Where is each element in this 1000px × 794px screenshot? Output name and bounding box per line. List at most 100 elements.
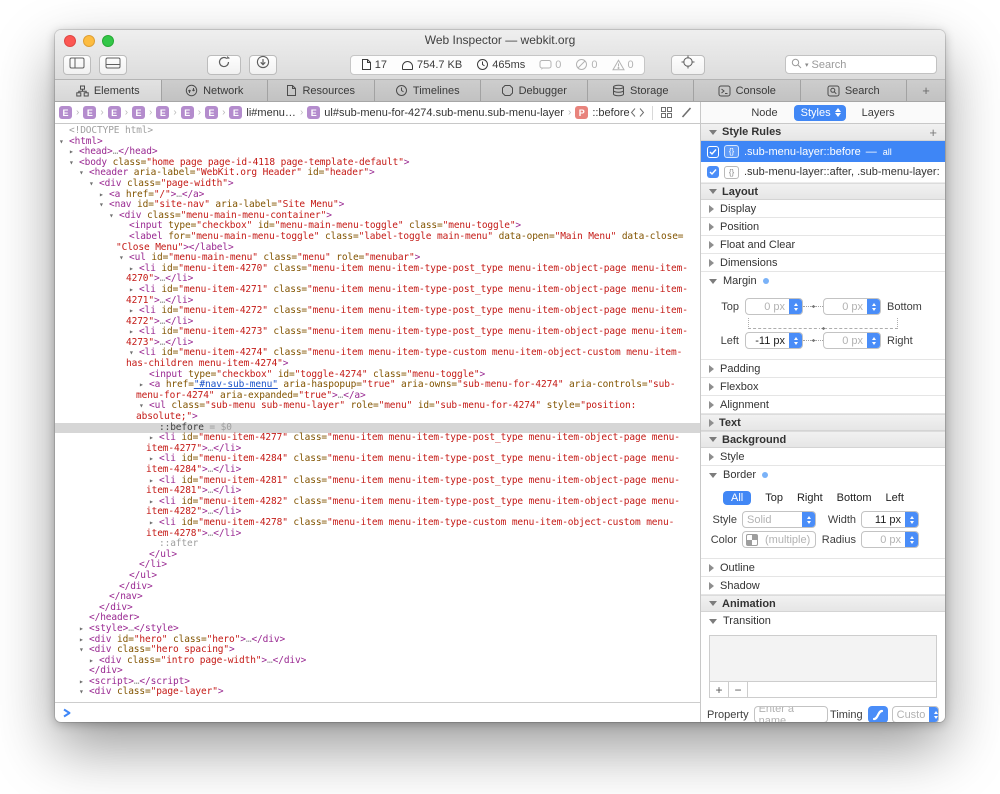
breadcrumb-item--before[interactable]: P::before (575, 106, 629, 119)
quick-console-prompt[interactable] (55, 702, 700, 722)
dom-tree-line[interactable]: <!DOCTYPE html> (55, 126, 700, 137)
property-field[interactable]: Enter a name. (754, 706, 829, 722)
minimize-button[interactable] (83, 35, 95, 47)
breadcrumb-item-ul-sub-menu-for-4274-sub-menu-sub-menu-layer[interactable]: Eul#sub-menu-for-4274.sub-menu.sub-menu-… (307, 106, 564, 119)
dom-tree-line[interactable]: ▾<div class="page-layer"> (55, 687, 700, 698)
expand-arrow-open-icon[interactable]: ▾ (59, 137, 69, 148)
tab-elements[interactable]: Elements (55, 80, 162, 101)
segment-right[interactable]: Right (797, 492, 823, 504)
border-style-select[interactable]: Solid (742, 511, 816, 528)
expand-arrow-open-icon[interactable]: ▾ (89, 179, 99, 190)
row-display[interactable]: Display (701, 200, 945, 218)
section-background[interactable]: Background (701, 431, 945, 448)
dom-tree-line[interactable]: absolute;"> (55, 412, 700, 423)
border-color-field[interactable]: (multiple) (742, 531, 816, 548)
section-text[interactable]: Text (701, 414, 945, 431)
row-padding[interactable]: Padding (701, 360, 945, 378)
row-border[interactable]: Border (701, 466, 945, 484)
margin-right-field[interactable]: 0 px (823, 332, 881, 349)
border-radius-field[interactable]: 0 px (861, 531, 919, 548)
tab-debugger[interactable]: Debugger (481, 80, 588, 101)
segment-bottom[interactable]: Bottom (837, 492, 872, 504)
border-width-field[interactable]: 11 px (861, 511, 919, 528)
stepper[interactable] (905, 512, 918, 527)
expand-arrow-closed-icon[interactable]: ▸ (79, 677, 89, 688)
titlebar[interactable]: Web Inspector — webkit.org (55, 30, 945, 50)
breadcrumb-item[interactable]: E (59, 106, 72, 119)
stepper[interactable] (789, 333, 802, 348)
breadcrumb-item-li-menu-[interactable]: Eli#menu… (229, 106, 296, 119)
download-button[interactable] (249, 55, 277, 75)
close-button[interactable] (64, 35, 76, 47)
grid-icon[interactable] (660, 106, 673, 119)
margin-top-field[interactable]: 0 px (745, 298, 803, 315)
expand-arrow-open-icon[interactable]: ▾ (99, 200, 109, 211)
row-flexbox[interactable]: Flexbox (701, 378, 945, 396)
transition-list-area[interactable] (710, 636, 936, 681)
expand-arrow-open-icon[interactable]: ▾ (79, 168, 89, 179)
expand-arrow-closed-icon[interactable]: ▸ (99, 190, 109, 201)
margin-left-field[interactable]: -11 px (745, 332, 803, 349)
row-outline[interactable]: Outline (701, 559, 945, 577)
tab-search[interactable]: Search (801, 80, 908, 101)
section-style-rules[interactable]: Style Rules + (701, 124, 945, 141)
expand-arrow-closed-icon[interactable]: ▸ (69, 147, 79, 158)
stepper[interactable] (867, 333, 880, 348)
expand-arrow-open-icon[interactable]: ▾ (109, 211, 119, 222)
code-brackets-icon[interactable] (630, 107, 645, 118)
color-swatch[interactable] (746, 534, 758, 546)
expand-arrow-closed-icon[interactable]: ▸ (79, 635, 89, 646)
dom-tree-line[interactable]: </nav> (55, 592, 700, 603)
tab-resources[interactable]: Resources (268, 80, 375, 101)
style-rule-row[interactable]: {} .sub-menu-layer::after, .sub-menu-lay… (701, 162, 945, 183)
stepper[interactable] (867, 299, 880, 314)
breadcrumb-item[interactable]: E (205, 106, 218, 119)
reload-button[interactable] (207, 55, 241, 75)
tab-console[interactable]: Console (694, 80, 801, 101)
segment-all[interactable]: All (723, 491, 751, 505)
stepper[interactable] (802, 512, 815, 527)
dock-side-button[interactable] (63, 55, 91, 75)
dom-tree-line[interactable]: ▸<div class="intro page-width">…</div> (55, 656, 700, 667)
dom-tree-line[interactable]: </div> (55, 603, 700, 614)
row-margin[interactable]: Margin (701, 272, 945, 290)
section-layout[interactable]: Layout (701, 183, 945, 200)
expand-arrow-open-icon[interactable]: ▾ (69, 158, 79, 169)
breadcrumb-item[interactable]: E (108, 106, 121, 119)
tab-storage[interactable]: Storage (588, 80, 695, 101)
pencil-icon[interactable] (680, 106, 693, 119)
tab-layers[interactable]: Layers (862, 107, 895, 119)
toolbar-search-field[interactable]: ▾ Search (785, 55, 937, 74)
timing-curve-button[interactable] (868, 706, 888, 722)
section-animation[interactable]: Animation (701, 595, 945, 612)
rule-checkbox[interactable] (707, 146, 719, 158)
add-rule-button[interactable]: + (929, 125, 937, 140)
row-float-clear[interactable]: Float and Clear (701, 236, 945, 254)
breadcrumb-item[interactable]: E (181, 106, 194, 119)
breadcrumb-item[interactable]: E (132, 106, 145, 119)
element-picker-button[interactable] (671, 55, 705, 75)
remove-transition-button[interactable]: − (729, 682, 748, 697)
stepper[interactable] (789, 299, 802, 314)
margin-bottom-field[interactable]: 0 px (823, 298, 881, 315)
timing-select[interactable]: Custo (892, 706, 939, 722)
dom-tree-line[interactable]: </div> (55, 582, 700, 593)
row-dimensions[interactable]: Dimensions (701, 254, 945, 272)
stepper[interactable] (929, 707, 939, 722)
style-rule-row[interactable]: {} .sub-menu-layer::before — all (701, 141, 945, 162)
add-transition-button[interactable]: + (710, 682, 729, 697)
tab-styles[interactable]: Styles (794, 105, 846, 121)
segment-left[interactable]: Left (886, 492, 904, 504)
expand-arrow-open-icon[interactable]: ▾ (119, 253, 129, 264)
row-position[interactable]: Position (701, 218, 945, 236)
breadcrumb-item[interactable]: E (83, 106, 96, 119)
row-alignment[interactable]: Alignment (701, 396, 945, 414)
tab-network[interactable]: Network (162, 80, 269, 101)
expand-arrow-open-icon[interactable]: ▾ (79, 687, 89, 698)
zoom-button[interactable] (102, 35, 114, 47)
dom-tree-line[interactable]: item-4278">…</li> (55, 529, 700, 540)
add-tab-button[interactable]: + (907, 80, 945, 101)
row-shadow[interactable]: Shadow (701, 577, 945, 595)
segment-top[interactable]: Top (765, 492, 783, 504)
rule-checkbox[interactable] (707, 166, 719, 178)
